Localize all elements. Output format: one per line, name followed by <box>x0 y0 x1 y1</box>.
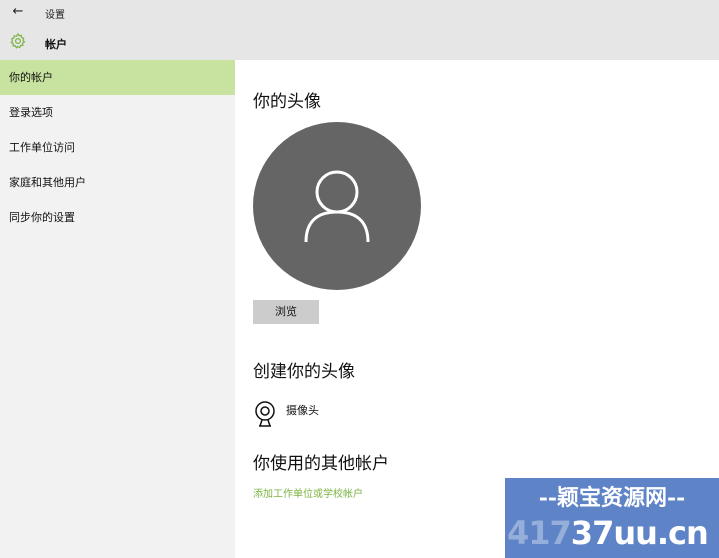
watermark-site-name: --颖宝资源网-- <box>538 485 686 511</box>
avatar <box>253 122 421 290</box>
other-accounts-title: 你使用的其他帐户 <box>253 454 389 474</box>
page-header: 帐户 <box>0 25 719 60</box>
sidebar: 你的帐户 登录选项 工作单位访问 家庭和其他用户 同步你的设置 <box>0 60 235 558</box>
avatar-section-title: 你的头像 <box>253 92 321 112</box>
sidebar-item-your-account[interactable]: 你的帐户 <box>0 60 235 95</box>
create-avatar-section-title: 创建你的头像 <box>253 362 355 382</box>
sidebar-item-sync-settings[interactable]: 同步你的设置 <box>0 200 235 235</box>
sidebar-item-sign-in-options[interactable]: 登录选项 <box>0 95 235 130</box>
camera-label: 摄像头 <box>286 404 319 417</box>
page-title: 帐户 <box>45 38 67 51</box>
back-button[interactable]: ← <box>9 4 27 20</box>
watermark: --颖宝资源网-- 41737uu.cn <box>505 478 719 558</box>
title-bar: ← 设置 <box>0 0 719 25</box>
camera-option[interactable]: 摄像头 <box>253 400 453 430</box>
gear-icon <box>10 32 26 49</box>
window-title: 设置 <box>45 10 65 21</box>
add-work-school-account-link[interactable]: 添加工作单位或学校帐户 <box>253 485 363 500</box>
browse-button[interactable]: 浏览 <box>253 300 319 324</box>
user-icon <box>304 170 370 243</box>
sidebar-item-family-other-users[interactable]: 家庭和其他用户 <box>0 165 235 200</box>
watermark-domain: 41737uu.cn <box>507 514 709 552</box>
sidebar-item-work-access[interactable]: 工作单位访问 <box>0 130 235 165</box>
webcam-icon <box>255 401 275 427</box>
